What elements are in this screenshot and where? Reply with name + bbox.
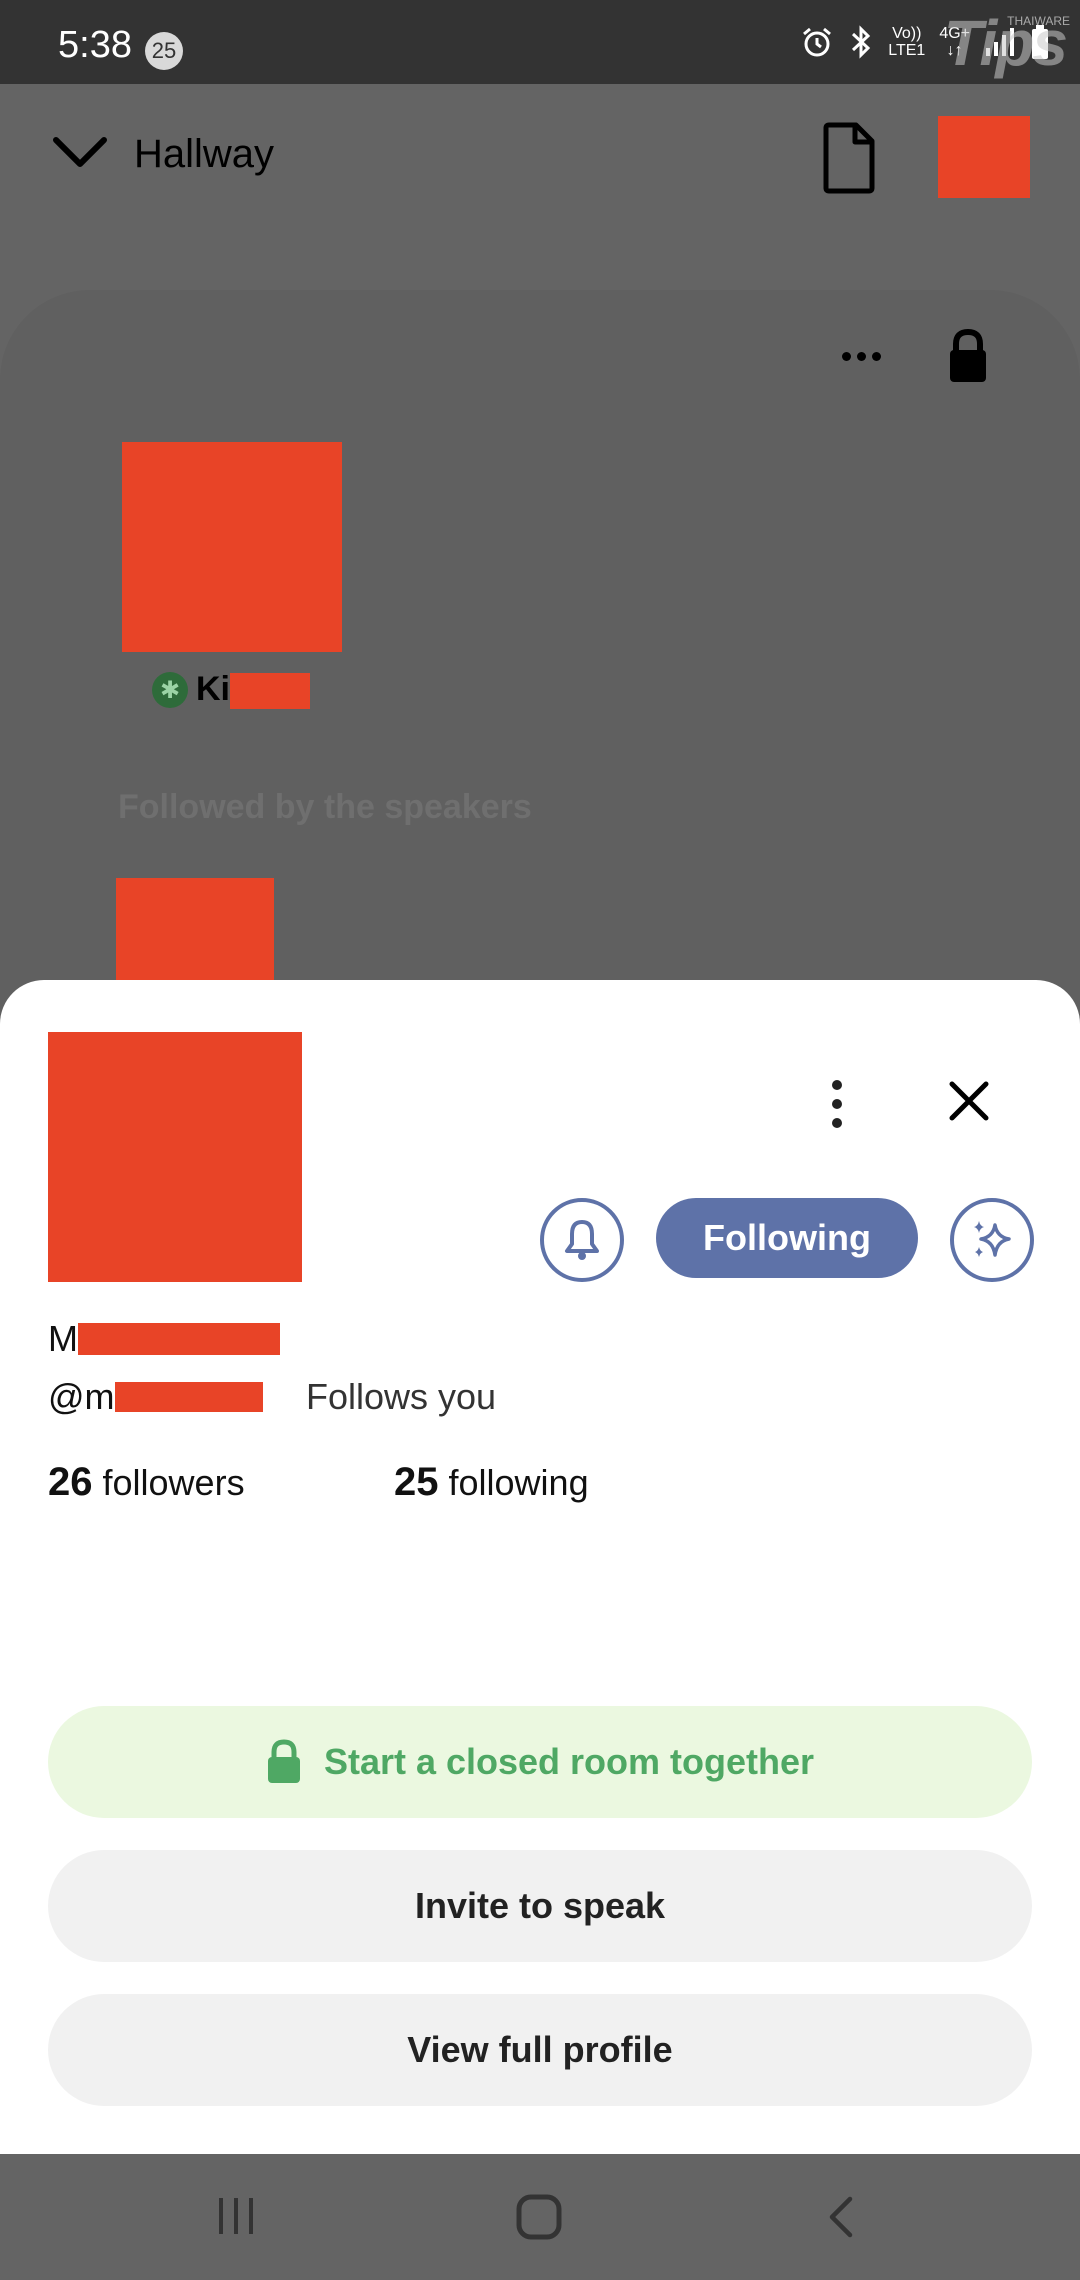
document-icon[interactable] (820, 122, 876, 194)
lock-icon (267, 1739, 300, 1783)
speaker-name-row: Ki (152, 670, 310, 710)
navigation-bar (0, 2154, 1080, 2280)
notification-count-badge: 25 (145, 32, 183, 70)
hallway-title[interactable]: Hallway (134, 132, 274, 177)
moderator-badge-icon (152, 671, 188, 708)
my-avatar[interactable] (938, 116, 1030, 198)
start-closed-room-button[interactable]: Start a closed room together (48, 1706, 1032, 1818)
notification-bell-button[interactable] (540, 1198, 624, 1282)
following-count: 25 (394, 1460, 439, 1504)
status-bar: 5:38 25 Vo)) LTE1 4G+ ↓↑ Tips THAIWARE (0, 0, 1080, 84)
lock-icon (950, 328, 986, 382)
followed-by-speakers-label: Followed by the speakers (118, 788, 532, 826)
close-icon[interactable] (948, 1080, 990, 1122)
bell-icon (565, 1220, 599, 1260)
status-time: 5:38 (58, 24, 132, 66)
profile-handle: @m (48, 1376, 263, 1418)
view-full-profile-button[interactable]: View full profile (48, 1994, 1032, 2106)
profile-sheet: Following M @m Follows you 26 followers … (0, 980, 1080, 2154)
followers-stat[interactable]: 26 followers (48, 1460, 245, 1505)
follower-avatar[interactable] (116, 878, 274, 980)
invite-to-speak-button[interactable]: Invite to speak (48, 1850, 1032, 1962)
sparkle-button[interactable] (950, 1198, 1034, 1282)
room-more-icon[interactable] (842, 352, 881, 361)
back-icon[interactable] (826, 2196, 856, 2238)
follows-you-label: Follows you (306, 1376, 497, 1417)
start-closed-room-label: Start a closed room together (323, 1741, 815, 1782)
followers-label: followers (102, 1462, 245, 1503)
network-type: Vo)) LTE1 (888, 25, 926, 59)
chevron-down-icon[interactable] (52, 134, 108, 170)
bluetooth-icon (852, 25, 871, 59)
profile-avatar[interactable] (48, 1032, 302, 1282)
following-button[interactable]: Following (656, 1198, 918, 1278)
profile-display-name: M (48, 1318, 280, 1360)
following-label: following (448, 1462, 589, 1503)
speaker-avatar[interactable] (122, 442, 342, 652)
redacted-handle (114, 1382, 263, 1412)
following-stat[interactable]: 25 following (394, 1460, 589, 1505)
more-options-icon[interactable] (832, 1080, 842, 1128)
recent-apps-icon[interactable] (216, 2196, 256, 2236)
followers-count: 26 (48, 1460, 93, 1504)
speaker-name: Ki (196, 670, 310, 710)
sparkle-icon (974, 1221, 1011, 1257)
watermark-brand: THAIWARE (1007, 14, 1070, 28)
home-icon[interactable] (516, 2194, 562, 2240)
redacted-name (78, 1323, 280, 1355)
hallway-header: Hallway (0, 84, 1080, 234)
alarm-icon (803, 27, 832, 57)
